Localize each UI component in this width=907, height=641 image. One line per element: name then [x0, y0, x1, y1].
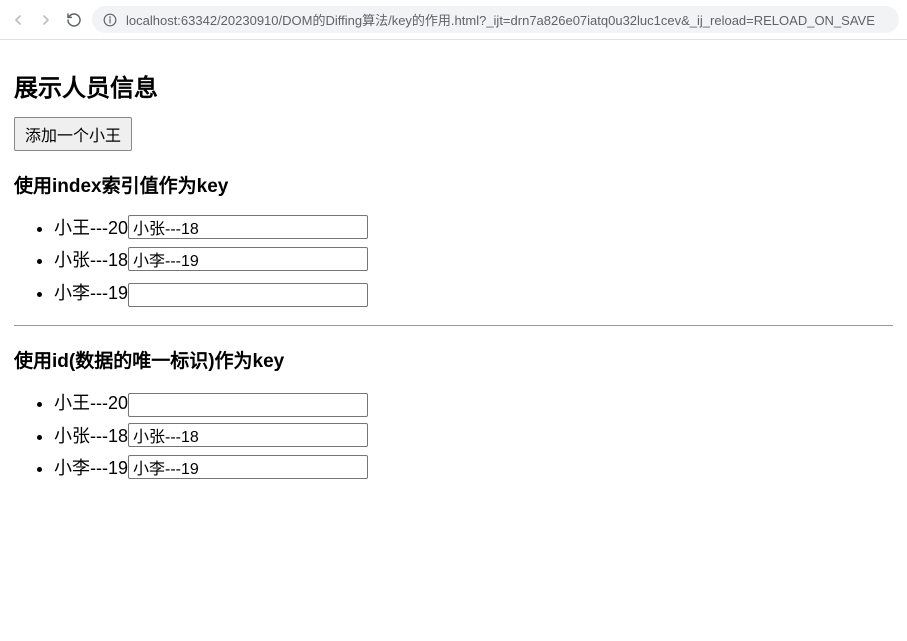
- person-input[interactable]: [128, 283, 368, 307]
- section-heading-index-key: 使用index索引值作为key: [14, 171, 893, 198]
- list-item: 小李---19: [54, 452, 893, 484]
- list-item: 小张---18: [54, 420, 893, 452]
- list-id-key: 小王---20 小张---18 小李---19: [14, 387, 893, 484]
- person-input[interactable]: [128, 247, 368, 271]
- person-input[interactable]: [128, 215, 368, 239]
- person-text: 小王---20: [54, 218, 128, 238]
- person-text: 小李---19: [54, 283, 128, 303]
- browser-toolbar: localhost:63342/20230910/DOM的Diffing算法/k…: [0, 0, 907, 40]
- person-input[interactable]: [128, 423, 368, 447]
- divider: [14, 325, 893, 326]
- page-body: 展示人员信息 添加一个小王 使用index索引值作为key 小王---20 小张…: [0, 40, 907, 508]
- person-text: 小李---19: [54, 458, 128, 478]
- url-text: localhost:63342/20230910/DOM的Diffing算法/k…: [126, 10, 875, 29]
- list-index-key: 小王---20 小张---18 小李---19: [14, 212, 893, 309]
- list-item: 小李---19: [54, 277, 893, 309]
- person-text: 小王---20: [54, 393, 128, 413]
- page-title: 展示人员信息: [14, 68, 893, 103]
- person-input[interactable]: [128, 393, 368, 417]
- list-item: 小张---18: [54, 244, 893, 276]
- list-item: 小王---20: [54, 387, 893, 419]
- add-person-button[interactable]: 添加一个小王: [14, 117, 132, 151]
- reload-icon[interactable]: [64, 10, 84, 30]
- info-icon: [102, 12, 118, 28]
- person-text: 小张---18: [54, 250, 128, 270]
- forward-icon[interactable]: [36, 10, 56, 30]
- section-heading-id-key: 使用id(数据的唯一标识)作为key: [14, 346, 893, 373]
- address-bar[interactable]: localhost:63342/20230910/DOM的Diffing算法/k…: [92, 6, 899, 33]
- person-input[interactable]: [128, 455, 368, 479]
- person-text: 小张---18: [54, 426, 128, 446]
- back-icon[interactable]: [8, 10, 28, 30]
- list-item: 小王---20: [54, 212, 893, 244]
